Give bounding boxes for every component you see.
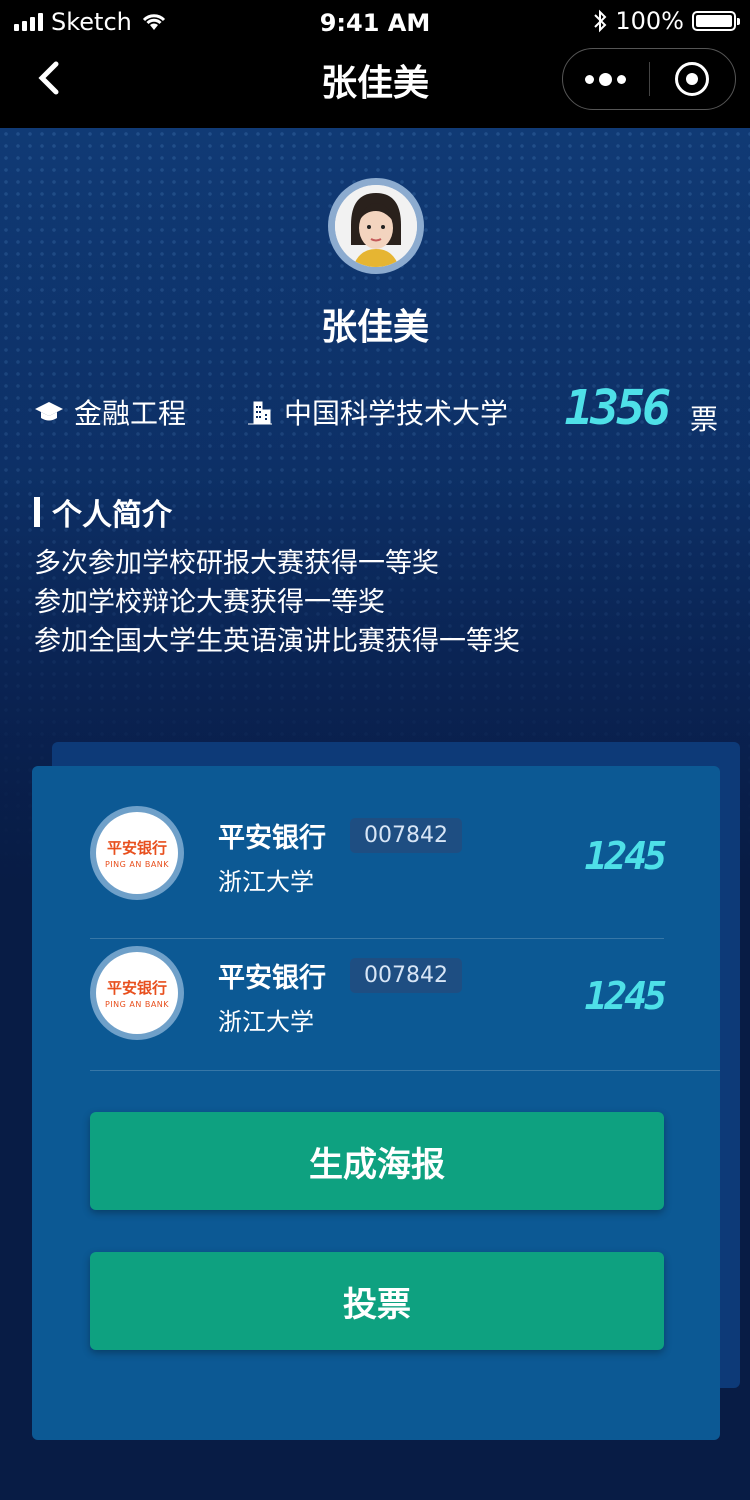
profile-name: 张佳美 [320, 307, 429, 348]
card-divider [90, 1070, 720, 1071]
battery-icon [692, 11, 740, 31]
logo-text-en: PING AN BANK [104, 1000, 170, 1009]
entry-code-badge: 007842 [350, 818, 462, 853]
school-label: 中国科学技术大学 [284, 397, 509, 430]
building-icon [248, 401, 272, 425]
bio-heading: 个人简介 [34, 490, 172, 534]
bio-line: 参加学校辩论大赛获得一等奖 [34, 587, 385, 618]
entry-card: 平安银行 PING AN BANK 平安银行 007842 浙江大学 1245 … [32, 766, 720, 1440]
target-icon [675, 62, 710, 96]
votes-unit: 票 [689, 403, 718, 436]
generate-poster-button[interactable]: 生成海报 [90, 1112, 664, 1210]
bio-text: 多次参加学校研报大赛获得一等奖 参加学校辩论大赛获得一等奖 参加全国大学生英语演… [34, 544, 520, 661]
entry-school: 浙江大学 [218, 868, 314, 896]
entry-row[interactable]: 平安银行 PING AN BANK 平安银行 007842 浙江大学 1245 [90, 942, 667, 1078]
entry-code-badge: 007842 [350, 958, 462, 993]
more-button[interactable] [563, 49, 649, 109]
bio-line: 参加全国大学生英语演讲比赛获得一等奖 [34, 626, 520, 657]
bio-title: 个人简介 [52, 498, 172, 533]
school-info: 中国科学技术大学 [246, 392, 508, 432]
bank-name: 平安银行 [218, 963, 326, 994]
bank-name: 平安银行 [218, 823, 326, 854]
graduation-cap-icon [35, 402, 63, 421]
logo-text-en: PING AN BANK [104, 860, 170, 869]
entry-school: 浙江大学 [218, 1008, 314, 1036]
logo-text-cn: 平安银行 [106, 979, 167, 997]
battery-label: 100% [615, 7, 684, 35]
bank-logo: 平安银行 PING AN BANK [90, 946, 184, 1040]
major-info: 金融工程 [34, 392, 186, 432]
heading-marker [34, 497, 40, 527]
bio-line: 多次参加学校研报大赛获得一等奖 [34, 548, 439, 579]
more-dots-icon [585, 72, 627, 86]
avatar-photo [335, 185, 417, 267]
vote-button[interactable]: 投票 [90, 1252, 664, 1350]
logo-text-cn: 平安银行 [106, 839, 167, 857]
status-bar: Sketch 9:41 AM 100% [0, 0, 750, 44]
mini-program-capsule [562, 48, 736, 110]
total-votes: 1356 [564, 380, 671, 436]
top-bar: Sketch 9:41 AM 100% 张佳美 [0, 0, 750, 128]
entry-votes: 1245 [584, 974, 666, 1018]
entry-row[interactable]: 平安银行 PING AN BANK 平安银行 007842 浙江大学 1245 [90, 802, 667, 939]
avatar [328, 178, 424, 274]
bank-logo: 平安银行 PING AN BANK [90, 806, 184, 900]
bluetooth-icon [594, 9, 607, 33]
major-label: 金融工程 [74, 397, 187, 430]
entry-votes: 1245 [584, 834, 666, 878]
close-button[interactable] [650, 49, 736, 109]
